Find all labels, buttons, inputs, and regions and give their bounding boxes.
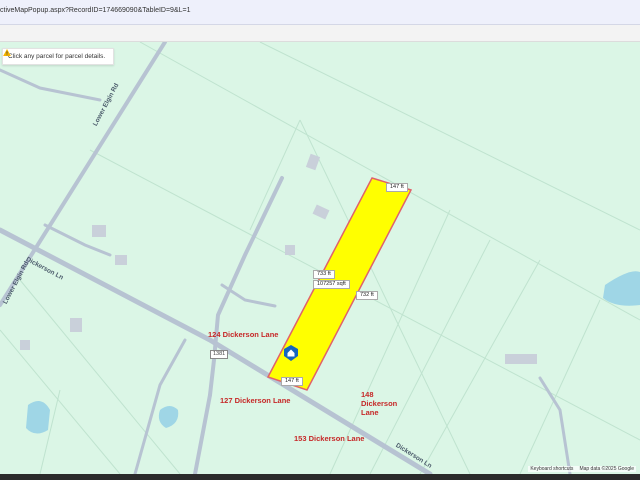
map-attribution: Keyboard shortcuts Map data ©2025 Google [528, 466, 636, 472]
dimension-label-top: 147 ft [386, 183, 408, 192]
browser-url-bar[interactable]: ctiveMapPopup.aspx?RecordID=174669090&Ta… [0, 0, 640, 25]
address-label-127[interactable]: 127 Dickerson Lane [220, 396, 290, 405]
url-text: ctiveMapPopup.aspx?RecordID=174669090&Ta… [0, 7, 191, 14]
dimension-label-left: 733 ft [313, 270, 335, 279]
map-data-copyright: Map data ©2025 Google [579, 466, 634, 472]
address-label-153[interactable]: 153 Dickerson Lane [294, 434, 364, 443]
address-label-148-line1: 148 [361, 390, 374, 399]
property-marker-icon[interactable] [284, 345, 298, 361]
warning-icon [3, 49, 11, 56]
keyboard-shortcuts-link[interactable]: Keyboard shortcuts [530, 466, 573, 472]
dimension-label-right: 732 ft [356, 291, 378, 300]
address-label-148-line2: Dickerson [361, 399, 398, 408]
browser-toolbar [0, 25, 640, 42]
route-shield: 1381 [210, 350, 229, 359]
address-label-124[interactable]: 124 Dickerson Lane [208, 330, 278, 339]
address-label-148[interactable]: 148 Dickerson Lane [361, 390, 397, 417]
map-graphics [0, 42, 640, 474]
dimension-label-bottom: 147 ft [281, 377, 303, 386]
map-canvas[interactable]: Click any parcel for parcel details. 147… [0, 42, 640, 474]
dimension-label-area: 107257 sqft [313, 280, 350, 289]
roads [0, 42, 572, 474]
address-label-148-line3: Lane [361, 408, 379, 417]
taskbar-strip [0, 474, 640, 480]
parcel-hint-notice: Click any parcel for parcel details. [2, 48, 115, 65]
notice-text: Click any parcel for parcel details. [8, 53, 106, 60]
